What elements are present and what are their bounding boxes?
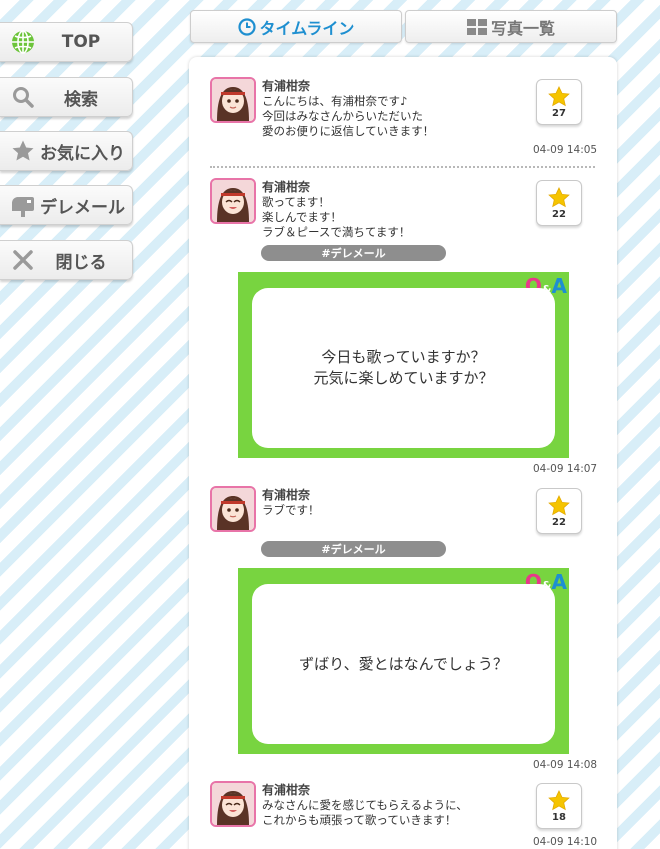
- favorite-star-button[interactable]: 22: [536, 488, 582, 534]
- post-author: 有浦柑奈: [262, 180, 311, 194]
- avatar[interactable]: [210, 781, 256, 827]
- post-timestamp: 04-09 14:08: [533, 759, 598, 771]
- sidebar-item-search[interactable]: 検索: [0, 77, 133, 117]
- favorite-star-button[interactable]: 27: [536, 79, 582, 125]
- avatar[interactable]: [210, 77, 256, 123]
- tab-label: タイムライン: [259, 18, 355, 38]
- star-icon: [548, 789, 570, 810]
- post-text: ラブです！: [262, 503, 320, 517]
- favorite-star-button[interactable]: 22: [536, 180, 582, 226]
- sidebar-item-top[interactable]: TOP: [0, 22, 133, 62]
- hashtag-label: #デレメール: [321, 247, 386, 260]
- post-timestamp: 04-09 14:05: [533, 144, 598, 156]
- post-author: 有浦柑奈: [262, 488, 311, 502]
- post-text: こんにちは、有浦柑奈です♪ 今回はみなさんからいただいた 愛のお便りに返信してい…: [262, 94, 435, 138]
- star-icon: [548, 186, 570, 207]
- tab-photos[interactable]: 写真一覧: [405, 10, 617, 43]
- post-author: 有浦柑奈: [262, 79, 311, 93]
- sidebar-item-deremail[interactable]: デレメール: [0, 185, 133, 225]
- star-count: 22: [552, 208, 566, 220]
- sidebar-item-label: 閉じる: [55, 252, 107, 273]
- grid-icon: [466, 18, 487, 35]
- sidebar-item-label: TOP: [61, 32, 101, 52]
- sidebar-item-label: お気に入り: [40, 143, 125, 164]
- post-author: 有浦柑奈: [262, 783, 311, 797]
- hashtag-badge[interactable]: #デレメール: [261, 541, 446, 557]
- hashtag-badge[interactable]: #デレメール: [261, 245, 446, 261]
- sidebar-item-label: 検索: [64, 89, 98, 110]
- star-count: 27: [552, 107, 566, 119]
- globe-icon: [10, 29, 36, 55]
- qa-question: ずばり、愛とはなんでしょう？: [252, 584, 555, 744]
- star-count: 18: [552, 811, 566, 823]
- qa-question: 今日も歌っていますか？ 元気に楽しめていますか？: [252, 288, 555, 448]
- favorite-star-button[interactable]: 18: [536, 783, 582, 829]
- avatar[interactable]: [210, 486, 256, 532]
- star-icon: [548, 85, 570, 106]
- search-icon: [10, 84, 36, 110]
- post-timestamp: 04-09 14:07: [533, 463, 598, 475]
- sidebar-item-label: デレメール: [40, 197, 125, 218]
- star-count: 22: [552, 516, 566, 528]
- mailbox-icon: [10, 192, 36, 218]
- qa-card[interactable]: Q&A 今日も歌っていますか？ 元気に楽しめていますか？: [238, 272, 569, 458]
- sidebar-item-favorites[interactable]: お気に入り: [0, 131, 133, 171]
- post-text: みなさんに愛を感じてもらえるように、 これからも頑張って歌っていきます！: [262, 798, 468, 827]
- tab-timeline[interactable]: タイムライン: [190, 10, 402, 43]
- clock-icon: [237, 17, 256, 36]
- tab-label: 写真一覧: [490, 18, 555, 38]
- hashtag-label: #デレメール: [321, 543, 386, 556]
- star-icon: [10, 138, 36, 164]
- qa-card[interactable]: Q&A ずばり、愛とはなんでしょう？: [238, 568, 569, 754]
- post-text: 歌ってます！ 楽しんでます！ ラブ＆ピースで満ちてます！: [262, 195, 411, 239]
- sidebar-item-close[interactable]: 閉じる: [0, 240, 133, 280]
- avatar[interactable]: [210, 178, 256, 224]
- post-divider: [210, 166, 595, 168]
- star-icon: [548, 494, 570, 515]
- post-timestamp: 04-09 14:10: [533, 836, 598, 848]
- close-icon: [10, 247, 36, 273]
